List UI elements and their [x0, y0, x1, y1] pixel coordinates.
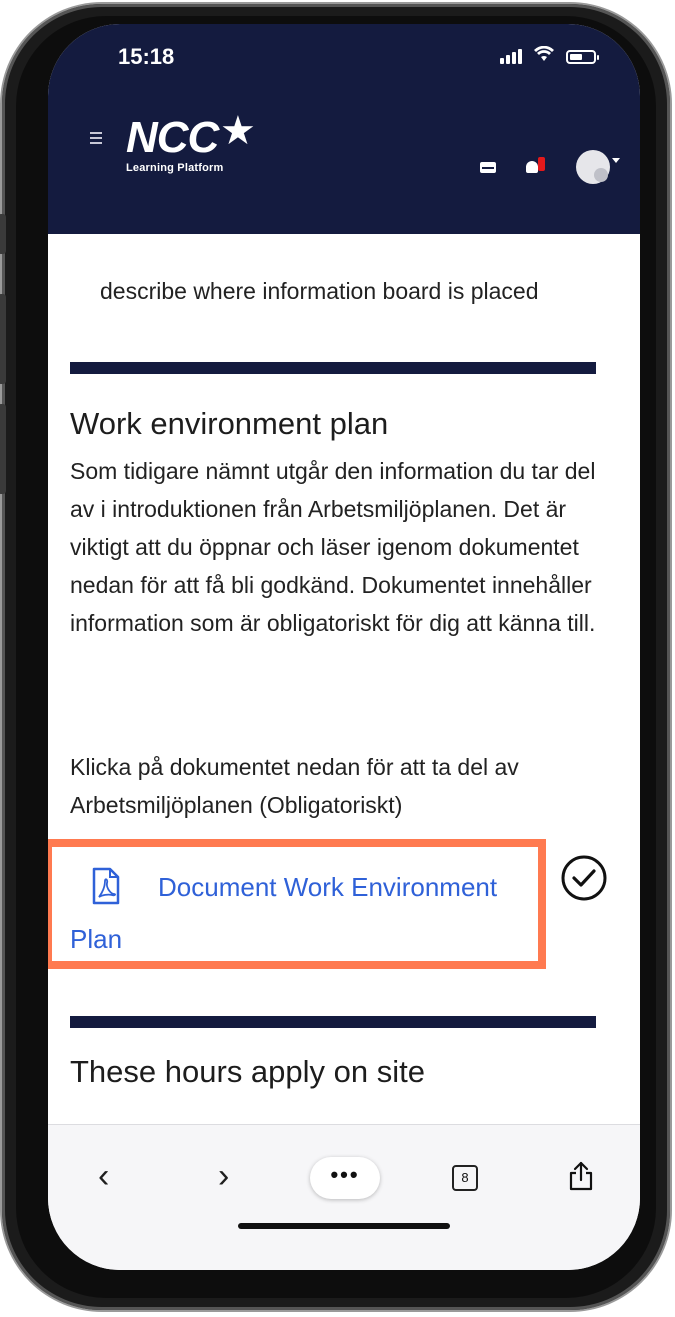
- notification-badge: [538, 157, 545, 171]
- volume-down-button: [0, 404, 6, 494]
- forward-button[interactable]: ›: [218, 1159, 229, 1193]
- volume-up-button: [0, 294, 6, 384]
- more-button[interactable]: •••: [310, 1157, 380, 1199]
- main-content: describe where information board is plac…: [48, 234, 640, 1252]
- status-icons: [500, 45, 599, 64]
- logo-star-icon: ★: [220, 109, 256, 153]
- header-actions: [480, 150, 620, 184]
- section-title: Work environment plan: [70, 406, 389, 441]
- document-link[interactable]: Document Work Environment Plan: [70, 861, 540, 965]
- home-indicator: [238, 1223, 450, 1229]
- section-title-hours: These hours apply on site: [70, 1054, 425, 1089]
- status-time: 15:18: [118, 44, 175, 69]
- tabs-button[interactable]: 8: [452, 1165, 478, 1191]
- share-icon[interactable]: [568, 1161, 594, 1191]
- document-highlight-box: Document Work Environment Plan: [48, 839, 546, 969]
- avatar[interactable]: [576, 150, 610, 184]
- logo-text: NCC: [126, 113, 219, 162]
- battery-icon: [566, 50, 599, 64]
- chevron-down-icon[interactable]: [612, 157, 620, 163]
- signal-icon: [500, 48, 522, 64]
- logo-subtitle: Learning Platform: [126, 162, 224, 174]
- menu-icon[interactable]: [90, 132, 102, 147]
- section-paragraph: Som tidigare nämnt utgår den information…: [70, 458, 596, 636]
- section-divider: [70, 362, 596, 374]
- back-button[interactable]: ‹: [98, 1159, 109, 1193]
- bell-shape: [526, 161, 538, 173]
- instruction-text: Klicka på dokumentet nedan för att ta de…: [70, 754, 519, 818]
- check-circle-icon: [561, 855, 607, 901]
- mail-icon[interactable]: [480, 161, 496, 173]
- bell-icon[interactable]: [526, 157, 546, 177]
- browser-toolbar: ‹ › ••• 8: [48, 1124, 640, 1270]
- section-divider-2: [70, 1016, 596, 1028]
- info-board-text: describe where information board is plac…: [100, 278, 539, 304]
- mute-switch: [0, 214, 6, 254]
- ncc-logo[interactable]: NCC ★ Learning Platform: [126, 109, 256, 174]
- app-header: 15:18 NCC ★ Learning Platform: [48, 24, 640, 234]
- wifi-icon: [534, 45, 554, 64]
- phone-screen: 15:18 NCC ★ Learning Platform describe w…: [48, 24, 640, 1270]
